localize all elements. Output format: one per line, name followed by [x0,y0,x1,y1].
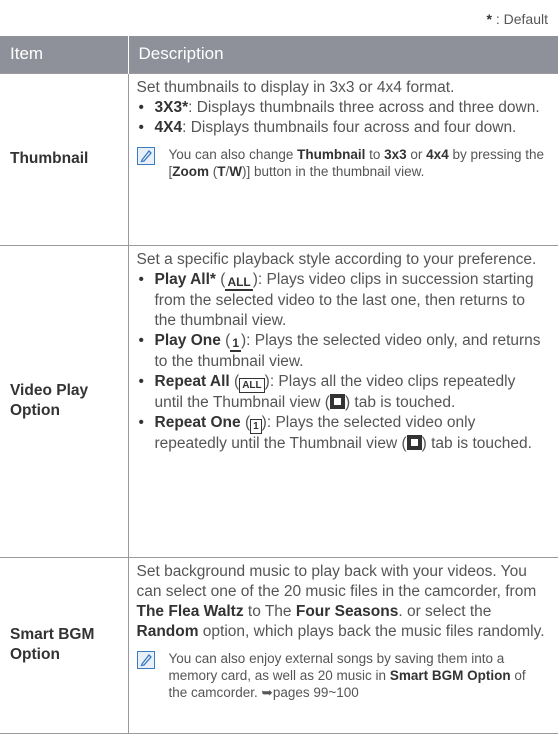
table-header-row: Item Description [0,36,558,73]
desc-video-play: Set a specific playback style according … [128,244,558,557]
smart-bgm-note-text: You can also enjoy external songs by sav… [168,650,526,700]
header-item: Item [0,36,129,73]
item-video-play: Video Play Option [0,244,129,557]
table-row-smart-bgm: Smart BGM Option Set background music to… [0,556,558,734]
desc-thumbnail: Set thumbnails to display in 3x3 or 4x4 … [128,72,558,245]
default-legend: * : Default [487,11,548,27]
list-item: Repeat All (ALL): Plays all the video cl… [137,372,549,413]
list-item: 4X4: Displays thumbnails four across and… [137,118,549,138]
settings-table: Item Description Thumbnail Set thumbnail… [0,36,558,734]
play-one-icon: 1 [230,335,241,352]
video-play-options: Play All* (ALL): Plays video clips in su… [137,270,549,454]
list-item: Repeat One (1): Plays the selected video… [137,413,549,454]
table-row-thumbnail: Thumbnail Set thumbnails to display in 3… [0,72,558,245]
thumbnail-note: You can also change Thumbnail to 3x3 or … [136,146,549,180]
smart-bgm-text: Set background music to play back with y… [136,562,545,640]
list-item: Play One (1): Plays the selected video o… [137,331,549,372]
repeat-one-icon: 1 [250,418,262,434]
thumbnail-note-text: You can also change Thumbnail to 3x3 or … [168,146,545,179]
table-row-video-play: Video Play Option Set a specific playbac… [0,244,558,557]
item-smart-bgm: Smart BGM Option [0,556,129,734]
thumbnail-view-icon [329,393,345,409]
default-star: * [486,11,492,27]
thumbnail-view-icon [406,434,422,450]
video-play-intro: Set a specific playback style according … [136,250,537,268]
smart-bgm-note: You can also enjoy external songs by sav… [136,650,549,701]
repeat-all-icon: ALL [239,377,265,393]
note-pencil-icon [136,650,155,669]
list-item: Play All* (ALL): Plays video clips in su… [137,270,549,331]
thumbnail-intro: Set thumbnails to display in 3x3 or 4x4 … [136,78,455,96]
note-pencil-icon [136,146,155,165]
play-all-icon: ALL [225,274,253,291]
header-description: Description [128,36,558,73]
desc-smart-bgm: Set background music to play back with y… [128,556,558,734]
item-thumbnail: Thumbnail [0,72,129,245]
default-legend-text: : Default [495,11,548,27]
thumbnail-options: 3X3*: Displays thumbnails three across a… [137,98,549,138]
list-item: 3X3*: Displays thumbnails three across a… [137,98,549,118]
